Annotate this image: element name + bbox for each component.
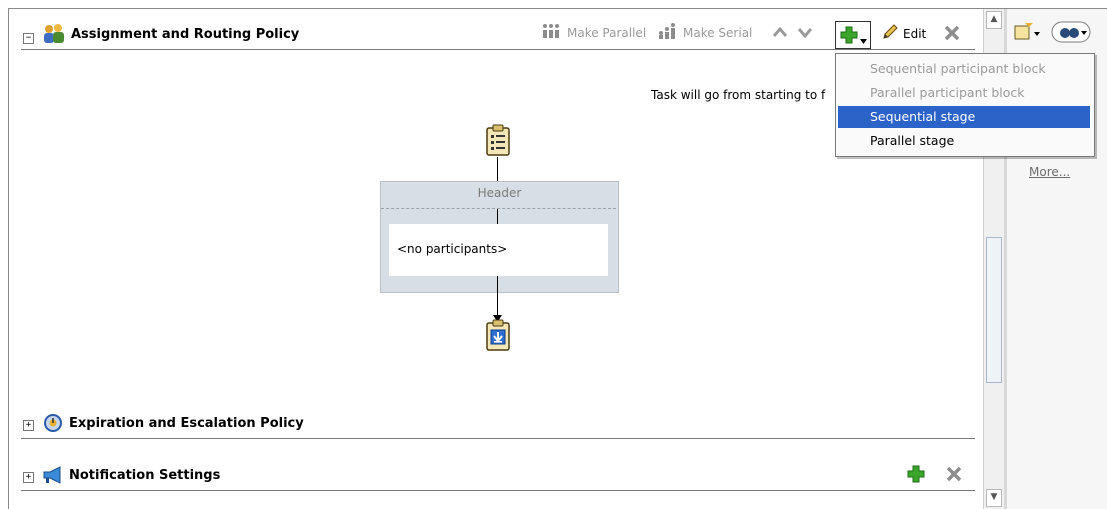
chevron-down-icon: ▼ (990, 492, 998, 502)
make-parallel-label: Make Parallel (567, 25, 647, 40)
participants-placeholder[interactable]: <no participants> (389, 224, 608, 276)
delete-x-icon[interactable] (944, 25, 960, 44)
pencil-icon (881, 23, 899, 44)
new-item-icon[interactable] (1013, 23, 1041, 44)
routing-description-text: Task will go from starting to f (651, 88, 826, 102)
start-task-icon[interactable] (485, 124, 511, 159)
section-divider (21, 49, 975, 50)
stage-dashed-divider (381, 208, 616, 209)
move-up-icon[interactable] (772, 26, 788, 41)
connector-line (497, 276, 498, 292)
chevron-down-icon (860, 33, 867, 47)
edit-label: Edit (903, 26, 927, 41)
make-serial-button[interactable]: Make Serial (657, 23, 752, 42)
scroll-up-button[interactable]: ▲ (986, 11, 1002, 29)
end-task-icon[interactable] (485, 319, 511, 354)
delete-notification-icon[interactable] (946, 466, 962, 485)
scroll-down-button[interactable]: ▼ (986, 489, 1002, 507)
stage-block[interactable]: Header <no participants> (380, 181, 619, 293)
clock-icon (41, 413, 65, 436)
add-dropdown-menu: Sequential participant block Parallel pa… (835, 53, 1095, 157)
make-serial-icon (657, 23, 679, 42)
make-parallel-icon (541, 23, 563, 42)
menu-item-sequential-stage[interactable]: Sequential stage (838, 106, 1090, 128)
section-title-assignment: Assignment and Routing Policy (71, 27, 300, 42)
add-dropdown-button[interactable] (835, 21, 871, 49)
menu-item-parallel-stage[interactable]: Parallel stage (838, 130, 1090, 152)
move-down-icon[interactable] (797, 27, 813, 42)
connector-line (497, 209, 498, 224)
make-serial-label: Make Serial (683, 25, 753, 40)
section-divider (21, 438, 975, 439)
expand-toggle-notification[interactable]: + (23, 472, 34, 483)
section-title-expiration: Expiration and Escalation Policy (69, 416, 304, 431)
edit-button[interactable]: Edit (881, 23, 926, 44)
make-parallel-button[interactable]: Make Parallel (541, 23, 646, 42)
binoculars-icon[interactable] (1051, 21, 1091, 46)
add-notification-icon[interactable] (907, 465, 925, 486)
section-title-notification: Notification Settings (69, 468, 221, 483)
add-plus-icon (840, 26, 858, 47)
scrollbar-thumb[interactable] (986, 237, 1002, 383)
stage-header-label: Header (477, 186, 522, 200)
connector-line (497, 157, 498, 181)
more-link[interactable]: More... (1029, 165, 1070, 179)
megaphone-icon (41, 465, 65, 488)
section-divider (21, 490, 975, 491)
people-icon (41, 23, 67, 45)
menu-item-sequential-participant-block[interactable]: Sequential participant block (838, 58, 1090, 80)
menu-item-parallel-participant-block[interactable]: Parallel participant block (838, 82, 1090, 104)
no-participants-label: <no participants> (397, 242, 508, 256)
expand-toggle-expiration[interactable]: + (23, 420, 34, 431)
editor-frame: − Assignment and Routing Policy Make Par… (8, 8, 1107, 509)
chevron-up-icon: ▲ (990, 14, 998, 24)
collapse-toggle-assignment[interactable]: − (23, 33, 34, 44)
